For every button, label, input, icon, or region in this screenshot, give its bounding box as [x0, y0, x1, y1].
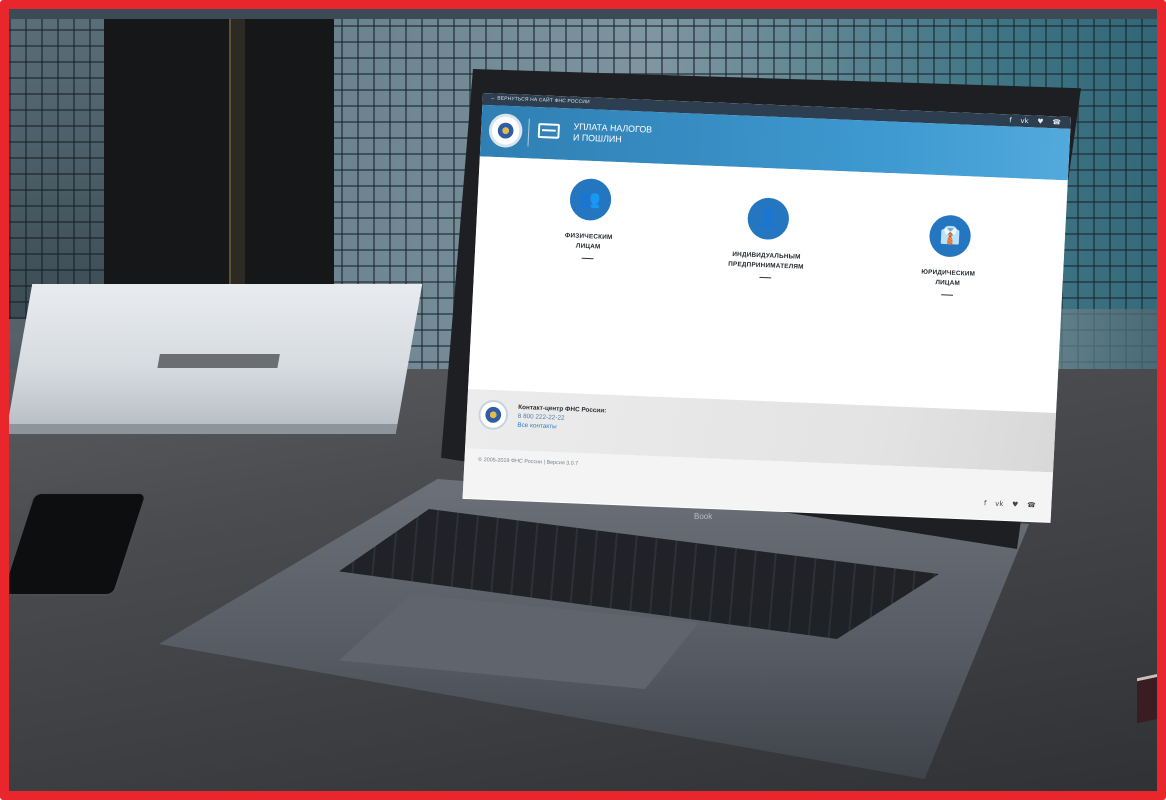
laptop-brand: Book [694, 512, 713, 521]
laptop-screen: ← ВЕРНУТЬСЯ НА САЙТ ФНС РОССИИ УПЛАТА НА… [462, 93, 1071, 523]
fns-emblem-icon[interactable] [488, 113, 524, 149]
users-icon: 👥 [568, 177, 613, 222]
desk-item [1137, 669, 1157, 724]
window-left [9, 19, 119, 319]
site-title: УПЛАТА НАЛОГОВ И ПОШЛИН [573, 122, 692, 149]
dark-door-panel [104, 19, 334, 319]
category-entrepreneurs[interactable]: 👤 ИНДИВИДУАЛЬНЫМ ПРЕДПРИНИМАТЕЛЯМ [702, 195, 833, 280]
category-individuals[interactable]: 👥 ФИЗИЧЕСКИМ ЛИЦАМ [524, 176, 655, 261]
back-to-fns-link[interactable]: ← ВЕРНУТЬСЯ НА САЙТ ФНС РОССИИ [490, 95, 589, 105]
header-divider [527, 118, 530, 147]
category-legal-entities[interactable]: 👔 ЮРИДИЧЕСКИМ ЛИЦАМ [883, 213, 1014, 298]
category-label: ФИЗИЧЕСКИМ ЛИЦАМ [564, 232, 613, 251]
vk-icon[interactable]: vk [995, 500, 1003, 508]
phone-icon[interactable]: ☎ [1027, 501, 1036, 509]
payment-card-icon [537, 123, 560, 139]
business-user-icon: 👔 [928, 214, 972, 258]
photo-frame: Book ← ВЕРНУТЬСЯ НА САЙТ ФНС РОССИИ УПЛА… [0, 0, 1166, 800]
twitter-icon[interactable]: ♥ [1012, 501, 1019, 509]
categories-section: 👥 ФИЗИЧЕСКИМ ЛИЦАМ 👤 ИНДИВИДУАЛЬНЫМ ПРЕД… [468, 156, 1068, 414]
category-underline [581, 257, 594, 260]
category-label: ЮРИДИЧЕСКИМ ЛИЦАМ [921, 268, 976, 288]
vk-icon[interactable]: vk [1020, 117, 1028, 125]
facebook-icon[interactable]: f [984, 499, 987, 507]
phone-icon[interactable]: ☎ [1052, 118, 1061, 126]
category-label: ИНДИВИДУАЛЬНЫМ ПРЕДПРИНИМАТЕЛЯМ [728, 250, 804, 271]
contact-center: Контакт-центр ФНС России: 8 800 222-22-2… [517, 403, 607, 433]
user-icon: 👤 [746, 197, 790, 241]
book-image [157, 354, 280, 368]
category-underline [941, 294, 954, 296]
footer-social-links: f vk ♥ ☎ [984, 499, 1036, 509]
footer-emblem-icon [477, 399, 509, 431]
twitter-icon[interactable]: ♥ [1037, 118, 1044, 126]
category-underline [759, 276, 772, 279]
copyright-text: © 2005-2019 ФНС России | Версия 3.0.7 [478, 456, 579, 467]
facebook-icon[interactable]: f [1009, 116, 1012, 124]
open-book [9, 284, 423, 434]
